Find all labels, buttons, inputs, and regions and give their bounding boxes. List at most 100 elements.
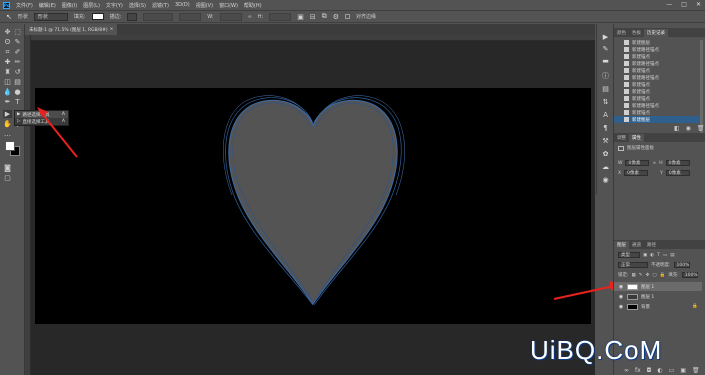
- layer-filter-select[interactable]: 类型: [618, 252, 640, 258]
- width-field[interactable]: [219, 12, 242, 21]
- crop-tool-icon[interactable]: ⌗: [3, 48, 12, 56]
- lock-pixels-icon[interactable]: ▦: [632, 273, 636, 278]
- layer-name[interactable]: 图层 1: [641, 294, 654, 300]
- history-item[interactable]: 新建路径锚点: [614, 46, 700, 53]
- gradient-tool-icon[interactable]: ▤: [13, 78, 22, 86]
- camera-icon[interactable]: ◉: [686, 125, 691, 132]
- gear-icon[interactable]: ⚙: [333, 13, 339, 21]
- clone-source-icon[interactable]: ▬: [601, 56, 610, 65]
- brush-tool-icon[interactable]: ✏: [13, 58, 22, 66]
- path-operations-icon[interactable]: ▣: [297, 13, 304, 21]
- history-brush-icon[interactable]: ↺: [13, 68, 22, 76]
- stroke-swatch[interactable]: [127, 12, 138, 21]
- menu-window[interactable]: 窗口(W): [219, 2, 238, 9]
- libraries-icon[interactable]: ☁: [601, 162, 610, 171]
- type-tool-icon[interactable]: T: [13, 98, 22, 106]
- filter-shape-icon[interactable]: ▭: [663, 253, 667, 258]
- path-arrangement-icon[interactable]: ⧉: [322, 12, 327, 21]
- move-tool-icon[interactable]: ✥: [3, 28, 12, 36]
- navigator-icon[interactable]: ▤: [601, 84, 610, 93]
- history-item[interactable]: 新建路径锚点: [614, 60, 700, 67]
- menu-view[interactable]: 视图(V): [196, 2, 213, 9]
- history-item[interactable]: 新建锚点: [614, 109, 700, 116]
- menu-image[interactable]: 图像(I): [62, 2, 77, 9]
- visibility-eye-icon[interactable]: ◉: [618, 294, 624, 300]
- close-window-button[interactable]: ✕: [696, 1, 701, 8]
- quick-mask-icon[interactable]: ◙: [3, 164, 12, 172]
- tab-properties[interactable]: 属性: [629, 134, 644, 142]
- menu-select[interactable]: 选择(S): [129, 2, 146, 9]
- styles-icon[interactable]: ✿: [601, 149, 610, 158]
- shape-mode-select[interactable]: 形状: [33, 12, 68, 21]
- history-item[interactable]: 新建锚点: [614, 67, 700, 74]
- quick-select-tool-icon[interactable]: ✎: [13, 38, 22, 46]
- menu-filter[interactable]: 滤镜(T): [152, 2, 169, 9]
- document-tab[interactable]: 未标题-1 @ 71.5% (图层 1, RGB/8#) ×: [25, 24, 117, 35]
- tab-paths[interactable]: 路径: [644, 241, 659, 249]
- adjust-icon[interactable]: ⇅: [601, 97, 610, 106]
- path-alignment-icon[interactable]: ⊟: [310, 13, 316, 21]
- history-item[interactable]: 新建锚点: [614, 95, 700, 102]
- blur-tool-icon[interactable]: 💧: [3, 88, 12, 96]
- tab-swatches[interactable]: 色板: [629, 29, 644, 37]
- menu-edit[interactable]: 编辑(E): [39, 2, 56, 9]
- fill-color-swatch[interactable]: [91, 13, 104, 20]
- menu-3d[interactable]: 3D(D): [175, 2, 190, 8]
- menu-file[interactable]: 文件(F): [16, 2, 33, 9]
- blend-mode-select[interactable]: 正常: [618, 262, 648, 268]
- hand-tool-icon[interactable]: ✋: [3, 120, 12, 128]
- history-item[interactable]: 新建图层: [614, 116, 700, 123]
- group-icon[interactable]: ▭: [669, 367, 675, 374]
- new-layer-icon[interactable]: ▣: [680, 367, 686, 374]
- visibility-eye-icon[interactable]: ◉: [618, 304, 624, 310]
- stroke-type-select[interactable]: [179, 12, 202, 21]
- menu-help[interactable]: 帮助(H): [244, 2, 262, 9]
- maximize-button[interactable]: □: [681, 1, 687, 8]
- tab-history[interactable]: 历史记录: [644, 29, 668, 37]
- link-icon[interactable]: ∞: [248, 14, 252, 20]
- lock-move-icon[interactable]: ✥: [646, 273, 650, 278]
- path-selection-tool-icon[interactable]: ▶: [3, 110, 12, 118]
- trash-icon[interactable]: 🗑: [697, 125, 705, 132]
- history-scrollbar[interactable]: [700, 40, 703, 136]
- h-field[interactable]: 0像素: [665, 160, 690, 166]
- lasso-tool-icon[interactable]: ʘ: [3, 38, 12, 46]
- history-item[interactable]: 新建路径锚点: [614, 74, 700, 81]
- eraser-tool-icon[interactable]: ◫: [3, 78, 12, 86]
- lock-paint-icon[interactable]: ✎: [639, 273, 643, 278]
- history-item[interactable]: 新建图层: [614, 39, 700, 46]
- add-mask-icon[interactable]: ◘: [647, 367, 652, 374]
- minimize-button[interactable]: —: [666, 1, 672, 8]
- tab-adjustments[interactable]: 调整: [614, 134, 629, 142]
- stroke-width-field[interactable]: [143, 12, 174, 21]
- clone-stamp-icon[interactable]: ♜: [3, 68, 12, 76]
- pen-tool-icon[interactable]: ✒: [3, 98, 12, 106]
- layer-name[interactable]: 图层 1: [641, 284, 654, 290]
- tool-presets-icon[interactable]: ⚒: [601, 136, 610, 145]
- lock-artboard-icon[interactable]: ▢: [652, 273, 656, 278]
- path-select-tool-icon[interactable]: ↖: [6, 13, 12, 21]
- y-field[interactable]: 0像素: [665, 170, 690, 176]
- info-icon[interactable]: ⓘ: [601, 71, 610, 80]
- heart-shape[interactable]: [220, 95, 420, 310]
- lock-all-icon[interactable]: 🔒: [660, 273, 666, 278]
- menu-type[interactable]: 文字(Y): [106, 2, 123, 9]
- link-layers-icon[interactable]: ∞: [624, 367, 629, 374]
- filter-pixel-icon[interactable]: ▣: [643, 253, 647, 258]
- paragraph-icon[interactable]: ¶: [601, 123, 610, 132]
- w-field[interactable]: 0像素: [625, 160, 650, 166]
- align-edges-checkbox[interactable]: [345, 14, 351, 19]
- close-tab-button[interactable]: ×: [110, 27, 114, 32]
- marquee-tool-icon[interactable]: ⬚: [13, 28, 22, 36]
- layer-name[interactable]: 背景: [641, 304, 650, 310]
- eyedropper-tool-icon[interactable]: ✐: [13, 48, 22, 56]
- healing-brush-icon[interactable]: ✚: [3, 58, 12, 66]
- height-field[interactable]: [269, 12, 292, 21]
- adjustment-layer-icon[interactable]: ◐: [657, 367, 662, 374]
- tab-color[interactable]: 颜色: [614, 29, 629, 37]
- tab-layers[interactable]: 图层: [614, 241, 629, 249]
- tab-channels[interactable]: 通道: [629, 241, 644, 249]
- layer-row[interactable]: ◉ 背景 🔒: [614, 302, 702, 311]
- menu-layer[interactable]: 图层(L): [83, 2, 100, 9]
- play-icon[interactable]: ▶: [601, 32, 610, 41]
